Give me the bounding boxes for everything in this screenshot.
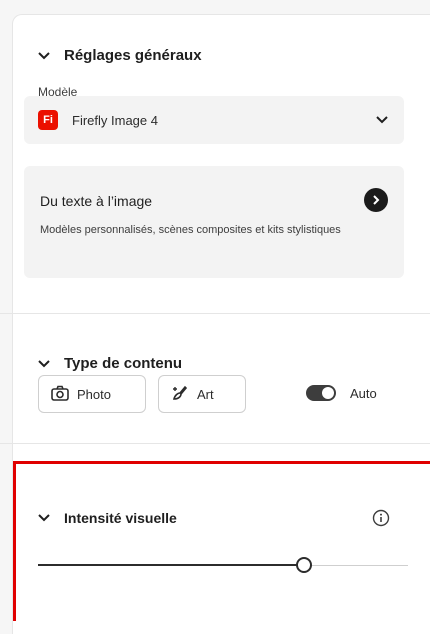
card-description: Modèles personnalisés, scènes composites… bbox=[40, 224, 341, 236]
art-label: Art bbox=[197, 386, 214, 402]
toggle-knob bbox=[322, 387, 334, 399]
slider-thumb[interactable] bbox=[296, 557, 313, 573]
chevron-down-icon bbox=[36, 510, 52, 526]
chevron-down-icon bbox=[374, 112, 390, 128]
text-to-image-card[interactable]: Du texte à l’image Modèles personnalisés… bbox=[24, 166, 404, 278]
art-button[interactable]: Art bbox=[158, 375, 246, 413]
model-name: Firefly Image 4 bbox=[72, 112, 158, 128]
paint-brush-icon bbox=[171, 384, 189, 405]
section-divider bbox=[0, 443, 430, 444]
card-title: Du texte à l’image bbox=[40, 193, 153, 209]
content-type-title: Type de contenu bbox=[64, 355, 183, 372]
visual-intensity-header[interactable]: Intensité visuelle bbox=[36, 510, 177, 526]
visual-intensity-title: Intensité visuelle bbox=[64, 510, 177, 526]
camera-icon bbox=[51, 385, 69, 404]
chevron-down-icon bbox=[36, 48, 52, 64]
info-icon[interactable] bbox=[372, 509, 390, 527]
auto-label: Auto bbox=[350, 385, 377, 401]
arrow-right-icon[interactable] bbox=[364, 188, 388, 212]
content-type-header[interactable]: Type de contenu bbox=[36, 355, 182, 372]
visual-intensity-slider[interactable] bbox=[38, 556, 408, 576]
photo-button[interactable]: Photo bbox=[38, 375, 146, 413]
highlight-box bbox=[13, 461, 430, 621]
general-settings-title: Réglages généraux bbox=[64, 47, 202, 64]
auto-toggle[interactable] bbox=[306, 385, 336, 401]
chevron-down-icon bbox=[36, 356, 52, 372]
model-dropdown[interactable]: Fi Firefly Image 4 bbox=[24, 96, 404, 144]
general-settings-header[interactable]: Réglages généraux bbox=[36, 47, 202, 64]
auto-toggle-group: Auto bbox=[306, 385, 377, 401]
slider-fill bbox=[38, 564, 305, 566]
photo-label: Photo bbox=[77, 386, 111, 402]
section-divider bbox=[0, 313, 430, 314]
firefly-logo-icon: Fi bbox=[38, 110, 58, 130]
